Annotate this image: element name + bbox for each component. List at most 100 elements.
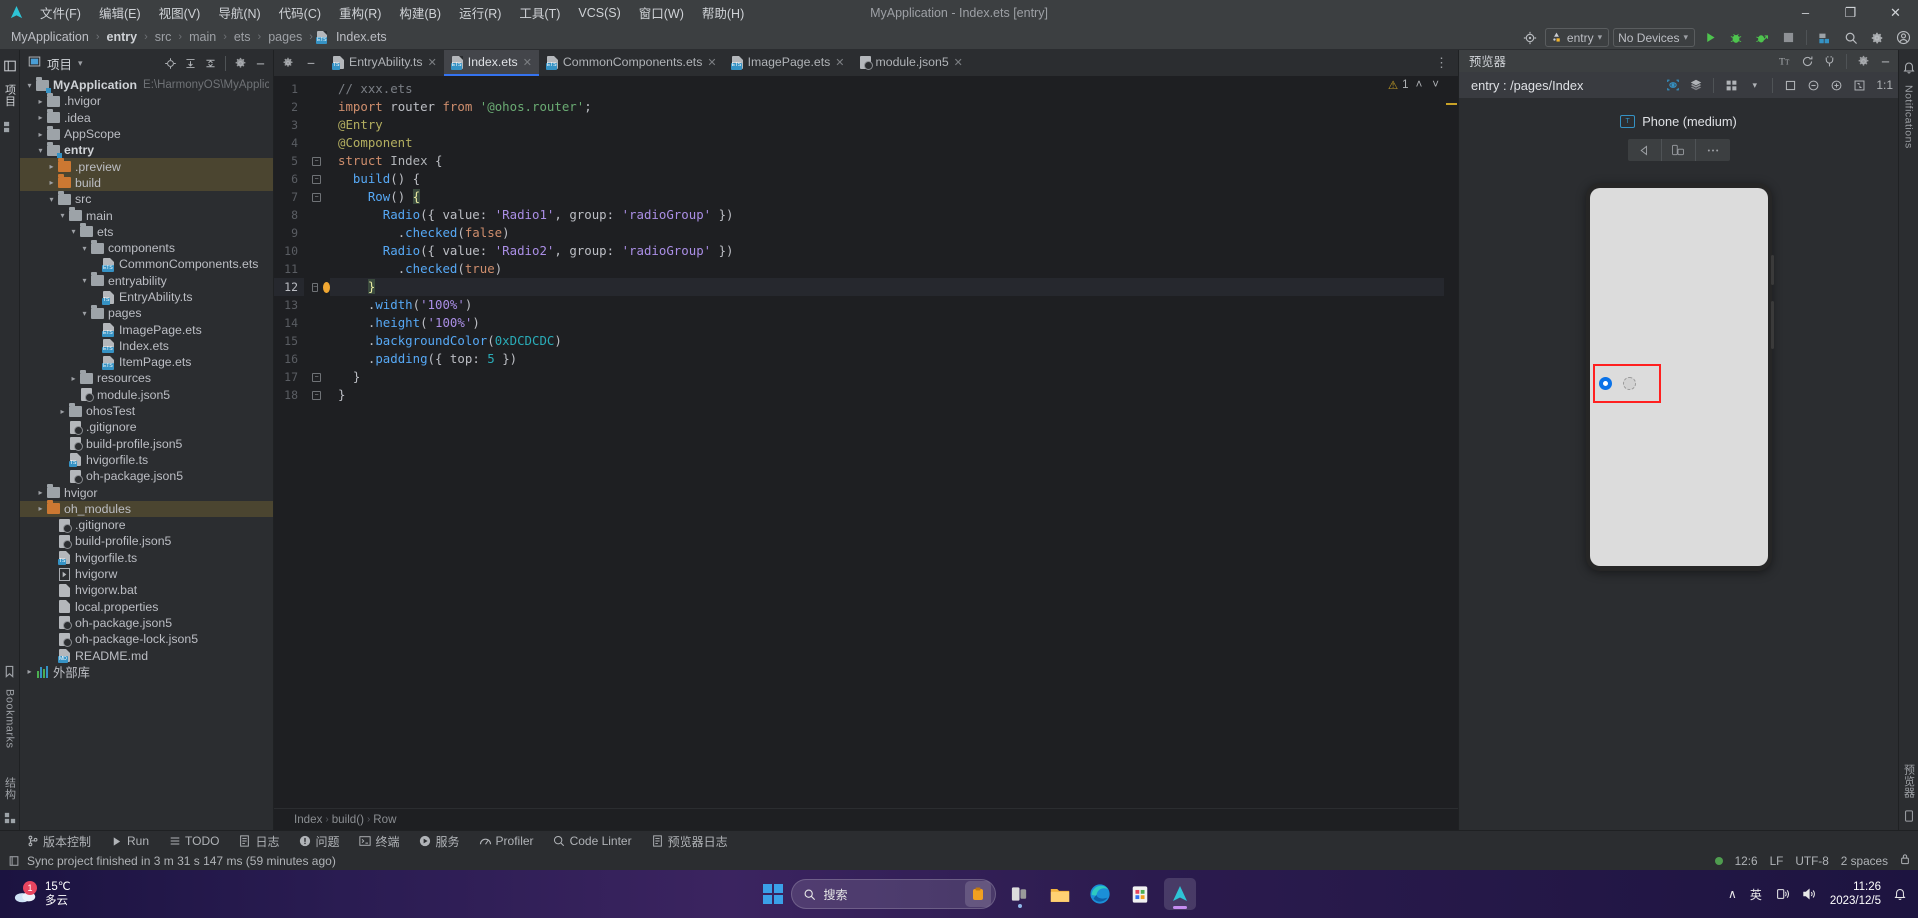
fold-icon[interactable]: − [312, 372, 321, 382]
breadcrumb-item-1[interactable]: entry [104, 29, 141, 45]
code-line[interactable]: .checked(false) [330, 224, 1458, 242]
editor-tab-1[interactable]: ETS Index.ets ✕ [443, 50, 539, 76]
tree-node-5[interactable]: ▸ .preview [20, 158, 273, 175]
collapse-all-icon[interactable] [182, 55, 199, 72]
editor-breadcrumb-item-2[interactable]: Row [373, 813, 396, 826]
tree-node-25[interactable]: ▸ hvigor [20, 484, 273, 500]
breadcrumb-item-3[interactable]: main [186, 29, 219, 45]
weather-widget[interactable]: 1 15℃ 多云 [0, 880, 230, 908]
fold-icon[interactable]: − [312, 174, 321, 184]
tree-node-34[interactable]: oh-package-lock.json5 [20, 631, 273, 647]
menu-item-9[interactable]: VCS(S) [570, 3, 628, 23]
tree-node-15[interactable]: ETS ImagePage.ets [20, 321, 273, 338]
start-button-icon[interactable] [762, 884, 783, 904]
editor-tab-3[interactable]: ETS ImagePage.ets ✕ [724, 50, 852, 76]
zoom-in-icon[interactable] [1828, 77, 1845, 94]
tree-toggle-icon[interactable]: ▸ [24, 667, 35, 676]
edge-browser-button[interactable] [1084, 878, 1116, 910]
code-editor[interactable]: 1 2 3 4 5 6 7 8 9 10 11 12 13 14 15 16 17 18 − − − − − − … [274, 76, 1458, 808]
tree-toggle-icon[interactable]: ▸ [35, 488, 46, 497]
menu-item-6[interactable]: 构建(B) [391, 0, 449, 25]
tree-node-2[interactable]: ▸ .idea [20, 109, 273, 126]
inspection-status-icon[interactable] [1714, 856, 1723, 865]
tree-node-11[interactable]: ETS CommonComponents.ets [20, 256, 273, 272]
chevron-up-icon[interactable]: ∧ [1728, 887, 1737, 901]
code-line[interactable]: .width('100%') [330, 296, 1458, 314]
tree-node-29[interactable]: TS hvigorfile.ts [20, 550, 273, 566]
editor-tab-2[interactable]: ETS CommonComponents.ets ✕ [539, 50, 724, 76]
prev-problem-icon[interactable]: ˄ [1413, 79, 1426, 91]
stop-button[interactable] [1777, 28, 1799, 48]
tree-toggle-icon[interactable]: ▾ [79, 276, 90, 285]
locate-icon[interactable] [162, 55, 179, 72]
menu-item-5[interactable]: 重构(R) [331, 0, 389, 25]
gear-icon[interactable] [232, 55, 249, 72]
back-icon[interactable] [1628, 139, 1662, 161]
chevron-down-icon[interactable]: ▾ [1746, 77, 1763, 94]
minimize-icon[interactable] [252, 55, 269, 72]
minimize-icon[interactable] [1877, 53, 1894, 70]
editor-tab-4[interactable]: module.json5 ✕ [852, 50, 970, 76]
breadcrumb-item-2[interactable]: src [152, 29, 175, 45]
code-line[interactable]: .height('100%') [330, 314, 1458, 332]
minimize-button[interactable]: – [1783, 0, 1828, 25]
code-line[interactable]: } [330, 368, 1458, 386]
microsoft-store-button[interactable] [1124, 878, 1156, 910]
code-line[interactable]: @Component [330, 134, 1458, 152]
zoom-out-icon[interactable] [1805, 77, 1822, 94]
file-explorer-button[interactable] [1044, 878, 1076, 910]
breadcrumb-item-5[interactable]: pages [265, 29, 305, 45]
right-strip-tab-notifications[interactable]: Notifications [1903, 79, 1915, 155]
tree-toggle-icon[interactable]: ▾ [68, 227, 79, 236]
tree-node-22[interactable]: build-profile.json5 [20, 436, 273, 452]
menu-item-3[interactable]: 导航(N) [210, 0, 268, 25]
more-icon[interactable]: ⋮ [1429, 55, 1454, 71]
left-strip-tab-structure[interactable]: 结构 [2, 771, 18, 806]
minimize-icon[interactable] [303, 55, 319, 71]
tree-node-23[interactable]: TS hvigorfile.ts [20, 452, 273, 468]
chevron-down-icon[interactable]: ▾ [78, 58, 83, 69]
code-line[interactable]: .checked(true) [330, 260, 1458, 278]
bookmarks-icon[interactable] [2, 663, 18, 679]
tree-node-3[interactable]: ▸ AppScope [20, 125, 273, 142]
tree-node-30[interactable]: hvigorw [20, 566, 273, 582]
tree-node-16[interactable]: ETS Index.ets [20, 338, 273, 354]
tree-node-17[interactable]: ETS ItemPage.ets [20, 354, 273, 370]
run-with-profiler-button[interactable] [1751, 28, 1773, 48]
text-size-icon[interactable]: TT [1777, 53, 1794, 70]
tree-toggle-icon[interactable]: ▾ [24, 81, 35, 90]
inspector-icon[interactable] [1664, 77, 1681, 94]
device-selector[interactable]: No Devices ▾ [1613, 28, 1695, 47]
gear-icon[interactable] [280, 55, 296, 71]
breadcrumb-item-4[interactable]: ets [231, 29, 254, 45]
deveco-studio-button[interactable] [1163, 878, 1196, 910]
tool-window-branch[interactable]: 版本控制 [18, 831, 99, 852]
tool-window-play[interactable]: Run [102, 832, 157, 850]
next-problem-icon[interactable]: ˅ [1429, 79, 1442, 91]
more-icon[interactable] [1696, 139, 1730, 161]
menu-item-1[interactable]: 编辑(E) [91, 0, 149, 25]
code-line[interactable]: Row() { [330, 188, 1458, 206]
tree-node-28[interactable]: build-profile.json5 [20, 533, 273, 549]
tree-node-35[interactable]: MD README.md [20, 647, 273, 664]
tree-node-1[interactable]: ▸ .hvigor [20, 92, 273, 109]
tree-toggle-icon[interactable]: ▸ [35, 113, 46, 122]
fold-icon[interactable]: − [312, 156, 321, 166]
tree-node-8[interactable]: ▾ main [20, 207, 273, 223]
tree-toggle-icon[interactable]: ▸ [35, 97, 46, 106]
close-icon[interactable]: ✕ [523, 56, 532, 69]
bell-icon[interactable] [1894, 887, 1906, 901]
tree-node-27[interactable]: .gitignore [20, 517, 273, 533]
inspection-widget[interactable]: ⚠ 1 ˄ ˅ [1388, 78, 1442, 92]
tree-node-18[interactable]: ▸ resources [20, 369, 273, 386]
debug-button[interactable] [1725, 28, 1747, 48]
fold-icon[interactable]: − [312, 282, 319, 292]
tree-node-24[interactable]: oh-package.json5 [20, 468, 273, 484]
menu-item-7[interactable]: 运行(R) [451, 0, 509, 25]
breadcrumb-item-6[interactable]: Index.ets [333, 29, 390, 45]
gear-icon[interactable] [1866, 28, 1888, 48]
tree-node-12[interactable]: ▾ entryability [20, 272, 273, 289]
code-line[interactable]: } [330, 386, 1458, 404]
frame-icon[interactable] [1782, 77, 1799, 94]
tree-node-19[interactable]: module.json5 [20, 387, 273, 403]
